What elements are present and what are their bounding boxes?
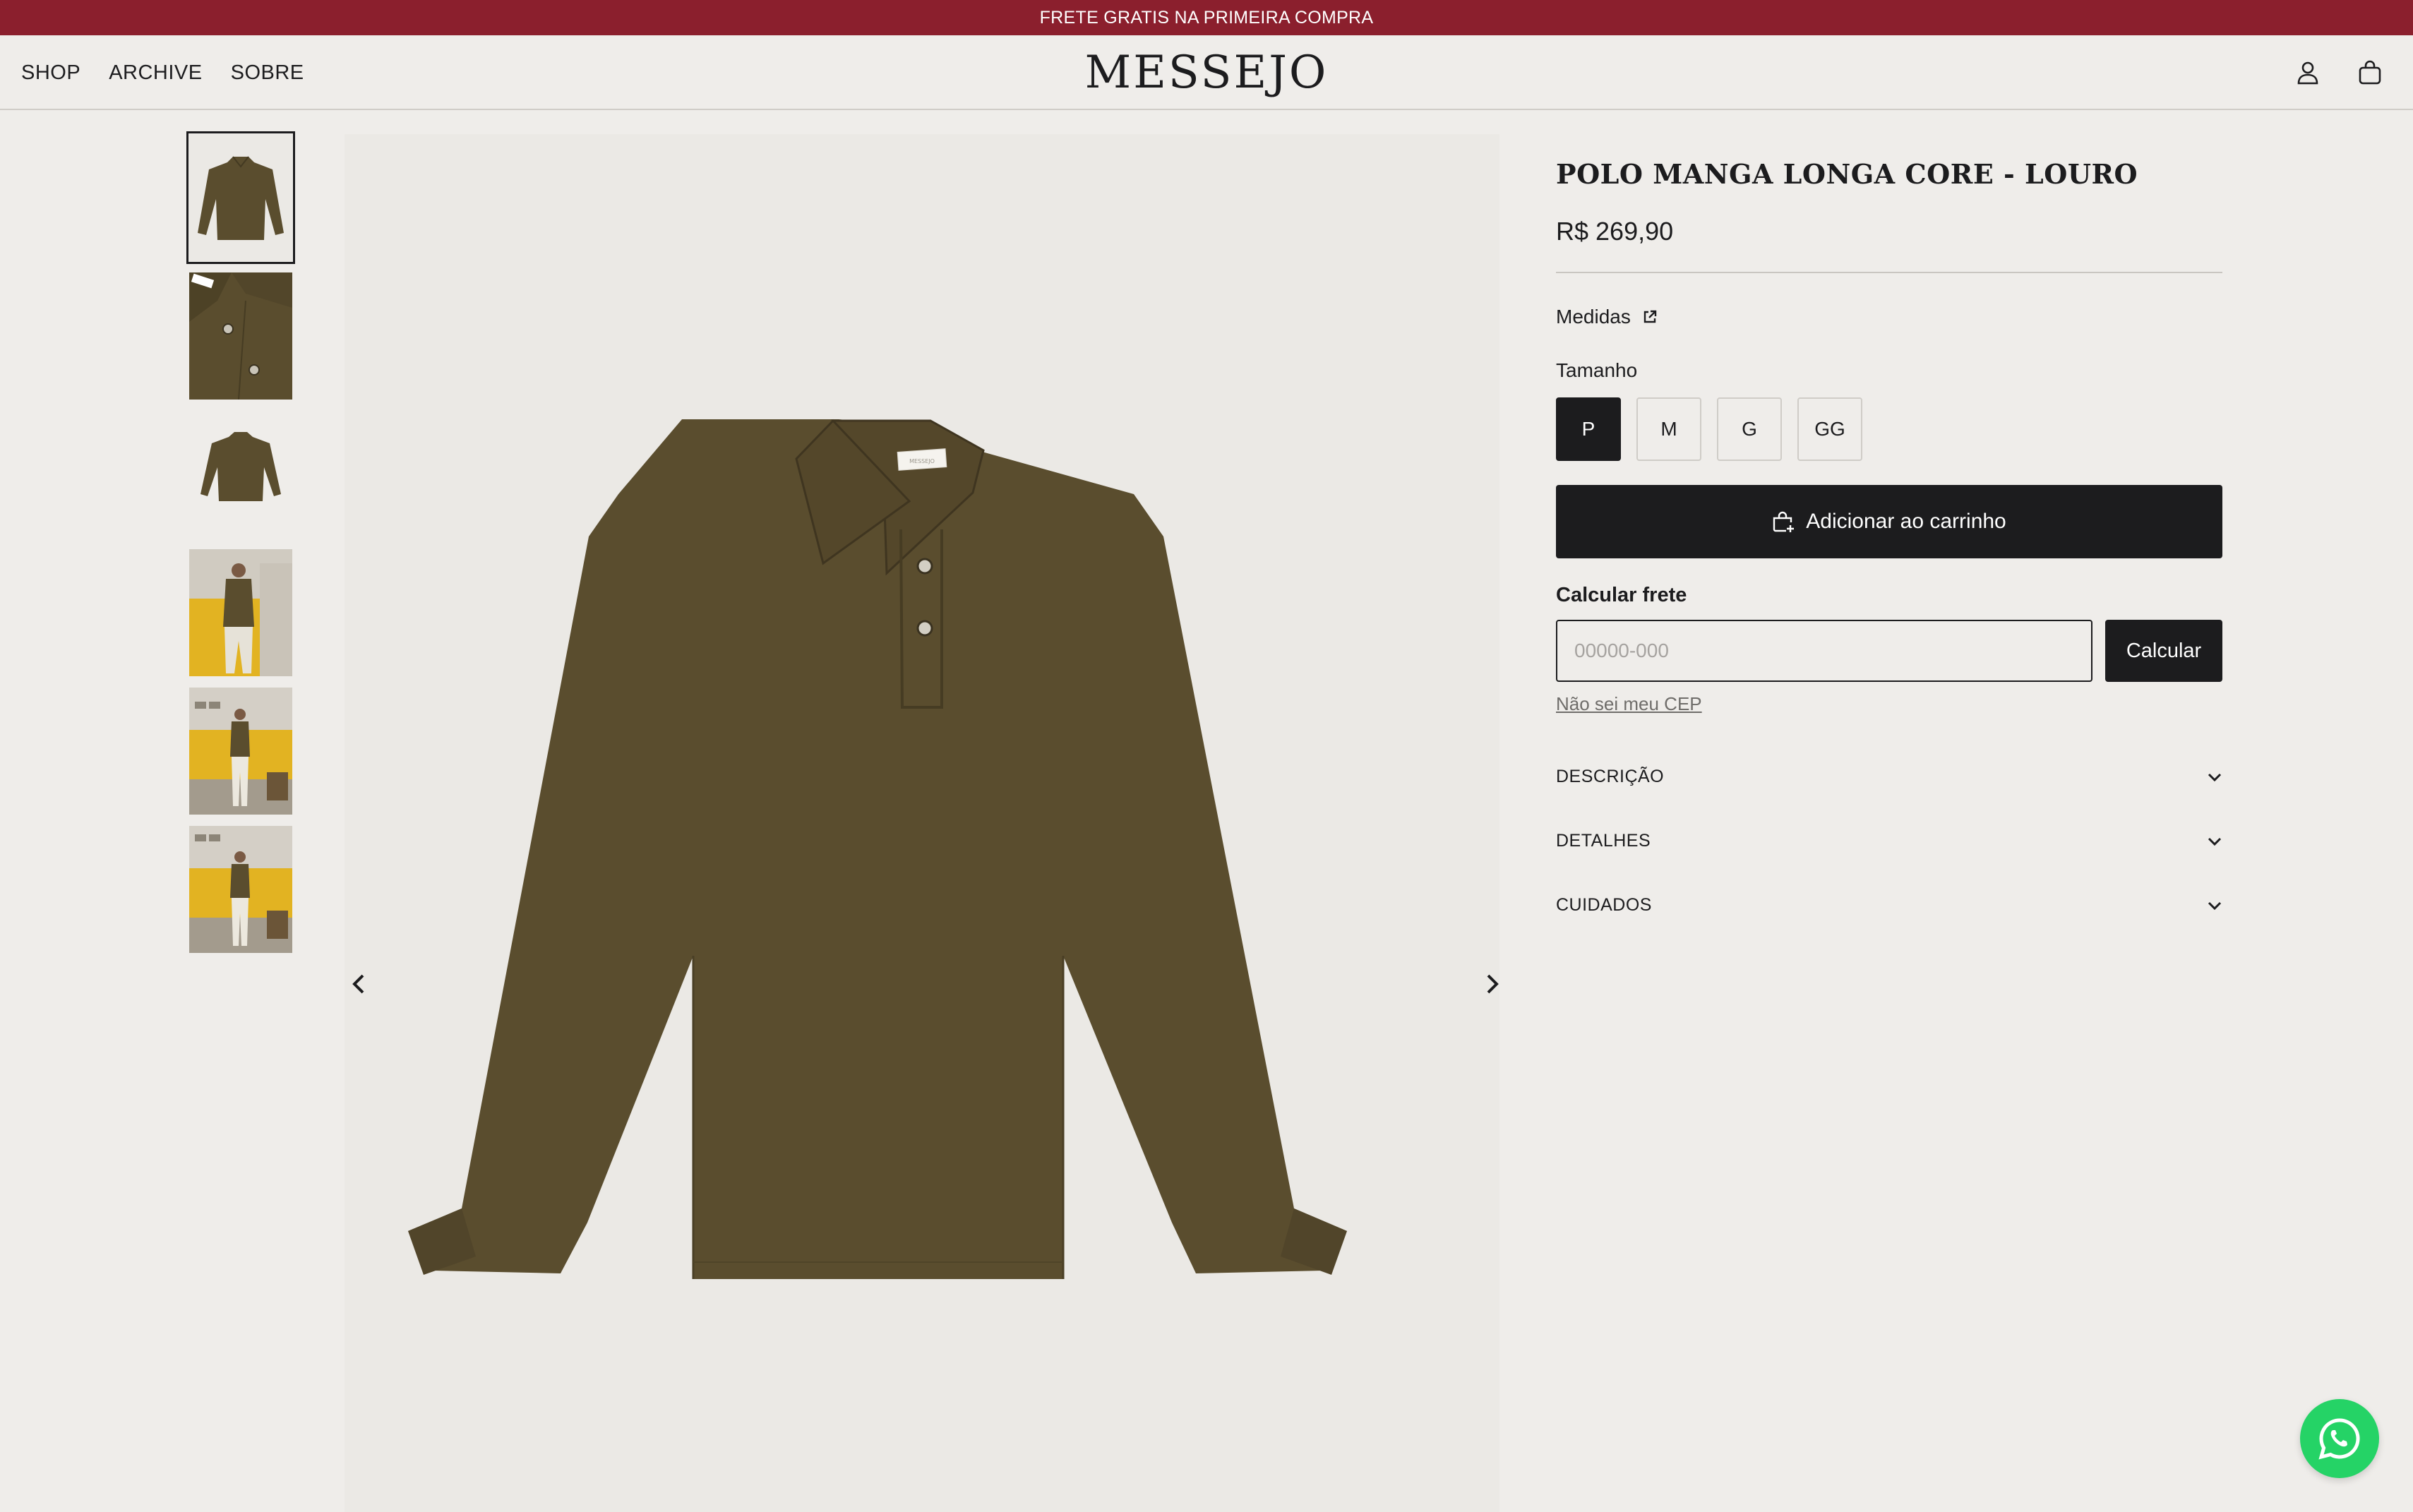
size-option-gg[interactable]: GG bbox=[1797, 397, 1862, 461]
product-info: POLO MANGA LONGA CORE - LOURO R$ 269,90 … bbox=[1556, 134, 2222, 937]
size-selector: P M G GG bbox=[1556, 397, 2222, 461]
accordion-label: DESCRIÇÃO bbox=[1556, 767, 1665, 786]
size-option-p[interactable]: P bbox=[1556, 397, 1621, 461]
announcement-text: FRETE GRATIS NA PRIMEIRA COMPRA bbox=[1039, 7, 1374, 28]
cep-input[interactable] bbox=[1556, 620, 2092, 682]
thumbnail-6[interactable] bbox=[189, 826, 292, 953]
nav-shop[interactable]: SHOP bbox=[21, 61, 80, 85]
shipping-label: Calcular frete bbox=[1556, 584, 1687, 606]
accordion-detalhes[interactable]: DETALHES bbox=[1556, 809, 2222, 873]
divider bbox=[1556, 272, 2222, 273]
product-title: POLO MANGA LONGA CORE - LOURO bbox=[1556, 158, 2138, 190]
header-actions bbox=[2293, 35, 2385, 110]
collar-label: MESSEJO bbox=[909, 458, 935, 464]
thumbnail-list bbox=[186, 131, 299, 964]
unknown-cep-link[interactable]: Não sei meu CEP bbox=[1556, 693, 1702, 715]
accordion-descricao[interactable]: DESCRIÇÃO bbox=[1556, 745, 2222, 809]
announcement-bar: FRETE GRATIS NA PRIMEIRA COMPRA bbox=[0, 0, 2413, 35]
whatsapp-button[interactable] bbox=[2300, 1399, 2379, 1478]
size-guide-label: Medidas bbox=[1556, 306, 1631, 328]
logo-container: MESSEJO bbox=[0, 35, 2413, 110]
bag-icon[interactable] bbox=[2355, 58, 2385, 88]
shipping-form: Calcular bbox=[1556, 620, 2222, 682]
prev-image-button[interactable] bbox=[345, 967, 373, 1001]
product-price: R$ 269,90 bbox=[1556, 217, 1674, 246]
thumbnail-4[interactable] bbox=[189, 549, 292, 676]
add-to-cart-label: Adicionar ao carrinho bbox=[1806, 510, 2006, 533]
chevron-down-icon bbox=[2208, 901, 2222, 910]
product-gallery: MESSEJO bbox=[345, 134, 1499, 1512]
size-option-g[interactable]: G bbox=[1717, 397, 1782, 461]
calculate-shipping-button[interactable]: Calcular bbox=[2105, 620, 2222, 682]
add-to-cart-button[interactable]: Adicionar ao carrinho bbox=[1556, 485, 2222, 558]
whatsapp-icon bbox=[2318, 1418, 2360, 1460]
user-icon[interactable] bbox=[2293, 58, 2323, 88]
thumbnail-2[interactable] bbox=[189, 272, 292, 400]
product-main-image: MESSEJO bbox=[345, 134, 1499, 1512]
main-nav: SHOP ARCHIVE SOBRE bbox=[21, 35, 304, 110]
nav-archive[interactable]: ARCHIVE bbox=[109, 61, 202, 85]
size-label: Tamanho bbox=[1556, 359, 1638, 381]
site-header: SHOP ARCHIVE SOBRE MESSEJO bbox=[0, 35, 2413, 110]
nav-sobre[interactable]: SOBRE bbox=[231, 61, 304, 85]
next-image-button[interactable] bbox=[1478, 967, 1499, 1001]
thumbnail-3[interactable] bbox=[189, 411, 292, 538]
thumbnail-1[interactable] bbox=[186, 131, 295, 264]
cart-add-icon bbox=[1773, 511, 1795, 532]
site-logo[interactable]: MESSEJO bbox=[1085, 47, 1329, 99]
accordion-cuidados[interactable]: CUIDADOS bbox=[1556, 873, 2222, 937]
size-guide-link[interactable]: Medidas bbox=[1556, 306, 1658, 328]
thumbnail-5[interactable] bbox=[189, 688, 292, 815]
size-option-m[interactable]: M bbox=[1636, 397, 1701, 461]
accordion-label: CUIDADOS bbox=[1556, 895, 1652, 915]
chevron-down-icon bbox=[2208, 837, 2222, 846]
external-link-icon bbox=[1643, 310, 1657, 323]
chevron-down-icon bbox=[2208, 773, 2222, 781]
product-accordions: DESCRIÇÃO DETALHES CUIDADOS bbox=[1556, 745, 2222, 937]
accordion-label: DETALHES bbox=[1556, 831, 1651, 851]
